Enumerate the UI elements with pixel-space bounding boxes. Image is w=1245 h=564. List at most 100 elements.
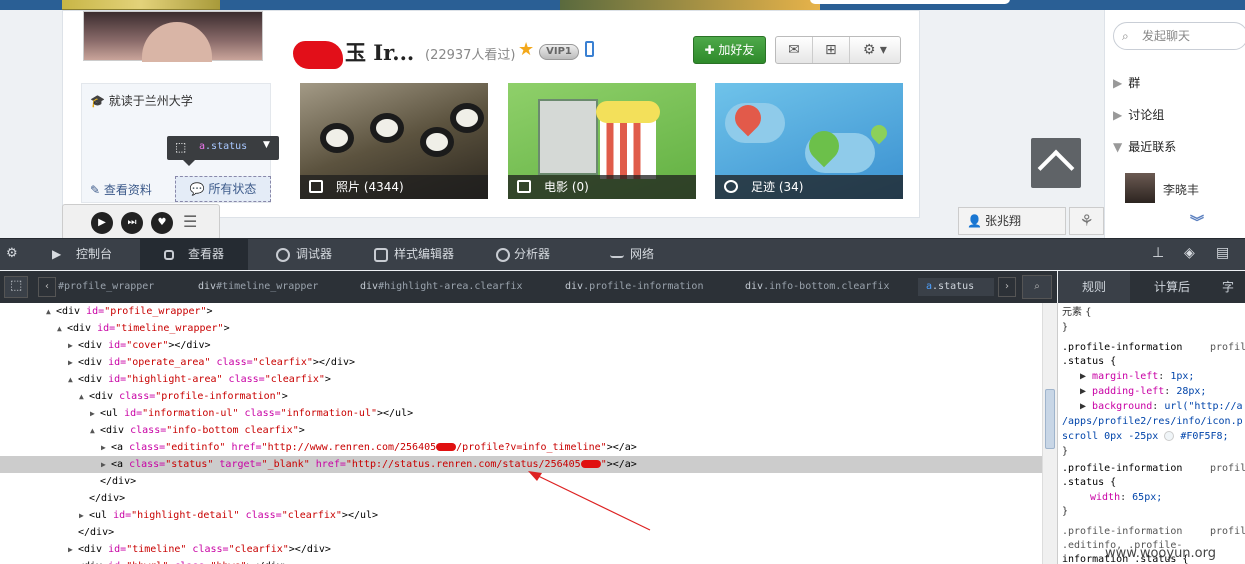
- view-count: (22937人看过): [425, 48, 516, 63]
- footprint-tile[interactable]: 足迹 (34): [715, 83, 903, 199]
- rule-value-continued: /apps/profile2/res/info/icon.p: [1062, 416, 1243, 427]
- rule-source-link[interactable]: profil: [1210, 461, 1245, 476]
- arrow-line: [531, 472, 651, 531]
- settings-icon[interactable]: ⚙ ▾: [850, 37, 900, 63]
- split-icon[interactable]: ▤: [1216, 245, 1229, 261]
- rule-selector: .status {: [1062, 477, 1117, 488]
- contact-item[interactable]: 李晓丰: [1125, 173, 1245, 205]
- user-icon: 👤: [967, 214, 982, 228]
- devtools-toolbar: ⚙ ▶ 控制台 查看器 调试器 样式编辑器 分析器 网络 ⊥ ◈ ▤: [0, 238, 1245, 270]
- photo-tile[interactable]: 照片 (4344): [300, 83, 488, 199]
- annotation-arrow: [528, 471, 651, 531]
- avatar[interactable]: [83, 11, 263, 62]
- scrollbar-thumb[interactable]: [1045, 389, 1055, 449]
- photo-icon: [309, 180, 323, 193]
- heart-icon[interactable]: ♥: [151, 212, 173, 234]
- redaction-mark: [293, 40, 343, 69]
- gear-icon[interactable]: ⚙: [6, 246, 18, 261]
- dock-icon[interactable]: ⊥: [1152, 245, 1164, 261]
- rule-property[interactable]: ▶ margin-left: 1px;: [1080, 369, 1194, 384]
- tab-rules[interactable]: 规则: [1058, 271, 1130, 303]
- inspector-tooltip: ⬚ a.status ▼: [167, 136, 279, 166]
- next-icon[interactable]: ⏭: [121, 212, 143, 234]
- rule-source-link[interactable]: profil: [1210, 524, 1245, 539]
- element-rule[interactable]: 元素 {: [1062, 305, 1092, 320]
- cinema-illustration: [538, 99, 598, 175]
- profile-name: 玉 Ir...: [293, 37, 414, 69]
- breadcrumb: ⬚ ‹ #profile_wrapper div#timeline_wrappe…: [0, 271, 1057, 303]
- play-icon[interactable]: ▶: [91, 212, 113, 234]
- chat-sidebar: ⌕ 发起聊天 ▶ 群 ▶ 讨论组 ▼ 最近联系 李晓丰: [1104, 10, 1245, 240]
- tab-style-editor[interactable]: 样式编辑器: [360, 239, 478, 270]
- panda-image: [370, 113, 404, 143]
- breadcrumb-item-selected[interactable]: a.status: [918, 278, 994, 296]
- top-search-input[interactable]: [810, 0, 1010, 4]
- breadcrumb-item[interactable]: #profile_wrapper: [58, 278, 154, 296]
- rule-value-continued: scroll 0px -25px #F0F5F8;: [1062, 431, 1229, 442]
- all-status-link[interactable]: 💬 所有状态: [175, 176, 271, 202]
- school-info: 🎓 就读于兰州大学: [90, 94, 193, 108]
- top-nav-bar: [0, 0, 1245, 10]
- rule-close: }: [1062, 322, 1069, 333]
- breadcrumb-item[interactable]: div.info-bottom.clearfix: [745, 278, 890, 296]
- pick-icon: ⬚: [175, 140, 187, 154]
- playlist-icon[interactable]: ☰: [183, 212, 197, 231]
- arrow-head: [528, 471, 542, 481]
- sidebar-item-discussions[interactable]: ▶ 讨论组: [1113, 106, 1164, 123]
- star-icon[interactable]: ★: [518, 39, 534, 60]
- message-icon[interactable]: ✉: [776, 37, 813, 63]
- chevron-down-icon[interactable]: ▼: [263, 140, 270, 150]
- sidebar-item-groups[interactable]: ▶ 群: [1113, 74, 1140, 91]
- rule-source-link[interactable]: profil: [1210, 340, 1245, 355]
- scroll-to-top-button[interactable]: [1031, 138, 1081, 188]
- footer-app-icon[interactable]: ⚘: [1069, 207, 1104, 235]
- breadcrumb-scroll-left[interactable]: ‹: [38, 277, 56, 297]
- tooltip-selector: a.status: [199, 141, 248, 152]
- footer-user-button[interactable]: 👤 张兆翔: [958, 207, 1066, 235]
- panda-image: [450, 103, 484, 133]
- double-chevron-down-icon[interactable]: ︾: [1190, 212, 1204, 232]
- panda-image: [420, 127, 454, 157]
- rule-property[interactable]: ▶ background: url("http://a.: [1080, 399, 1245, 414]
- tab-inspector[interactable]: 查看器: [140, 239, 248, 270]
- breadcrumb-item[interactable]: div#timeline_wrapper: [198, 278, 318, 296]
- breadcrumb-item[interactable]: div#highlight-area.clearfix: [360, 278, 523, 296]
- side-panel-tabs: 规则 计算后 字: [1058, 271, 1245, 303]
- tab-console[interactable]: ▶ 控制台: [42, 239, 138, 270]
- tab-network[interactable]: 网络: [596, 239, 696, 270]
- tab-profiler[interactable]: 分析器: [480, 239, 580, 270]
- popcorn-top: [596, 101, 660, 123]
- footprint-icon: [724, 180, 738, 193]
- element-picker-icon[interactable]: ⬚: [4, 276, 28, 298]
- markup-scrollbar[interactable]: [1042, 303, 1057, 564]
- info-bottom: ✎ 查看资料 💬 所有状态: [82, 176, 272, 202]
- chat-search-input[interactable]: ⌕ 发起聊天: [1113, 22, 1245, 50]
- rule-close: }: [1062, 446, 1069, 457]
- sidebar-item-recent[interactable]: ▼ 最近联系: [1113, 138, 1176, 155]
- rule-property[interactable]: ▶ padding-left: 28px;: [1080, 384, 1206, 399]
- markup-view[interactable]: ▲ <div id="profile_wrapper"> ▲ <div id="tim…: [0, 303, 1042, 564]
- add-friend-button[interactable]: ✚ 加好友: [693, 36, 766, 64]
- color-swatch[interactable]: [1164, 431, 1175, 441]
- vip-badge[interactable]: VIP1: [539, 44, 579, 60]
- edit-info-link[interactable]: ✎ 查看资料: [90, 181, 152, 198]
- tab-fonts[interactable]: 字: [1208, 271, 1245, 303]
- breadcrumb-scroll-right[interactable]: ›: [998, 277, 1016, 297]
- gift-icon[interactable]: ⊞: [813, 37, 850, 63]
- mobile-icon[interactable]: [585, 41, 594, 57]
- rule-selector: .status {: [1062, 356, 1117, 367]
- action-button-group: ✉ ⊞ ⚙ ▾: [775, 36, 901, 64]
- breadcrumb-item[interactable]: div.profile-information: [565, 278, 703, 296]
- rules-panel: 元素 { } .profile-information profil .stat…: [1057, 303, 1245, 564]
- cube-icon[interactable]: ◈: [1184, 245, 1195, 261]
- film-icon: [517, 180, 531, 193]
- tab-debugger[interactable]: 调试器: [250, 239, 358, 270]
- footprint-caption: 足迹 (34): [715, 175, 903, 199]
- site-logo[interactable]: [62, 0, 220, 10]
- music-player: ▶ ⏭ ♥ ☰: [62, 204, 220, 240]
- rule-selector-inherited: .profile-information: [1062, 526, 1183, 537]
- search-icon[interactable]: ⌕: [1022, 275, 1052, 299]
- tab-computed[interactable]: 计算后: [1136, 271, 1208, 303]
- rule-property[interactable]: width: 65px;: [1090, 490, 1162, 505]
- movie-tile[interactable]: 电影 (0): [508, 83, 696, 199]
